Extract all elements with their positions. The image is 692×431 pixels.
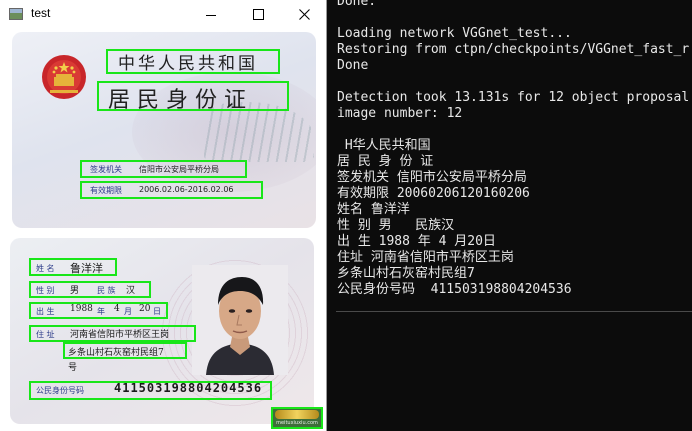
console-line: Done. xyxy=(337,0,377,9)
console-line: 姓名 鲁洋洋 xyxy=(337,202,410,217)
national-emblem-icon xyxy=(42,55,86,99)
console-output: Done. Loading network VGGnet_test... Resto… xyxy=(337,0,689,298)
window-title: test xyxy=(31,6,51,20)
console-line: 签发机关 信阳市公安局平桥分局 xyxy=(337,170,527,185)
maximize-button[interactable] xyxy=(235,0,281,29)
detection-box xyxy=(63,342,187,359)
app-icon xyxy=(9,8,23,20)
console-line: 性 别 男 民族汉 xyxy=(337,218,455,233)
console-window[interactable]: Done. Loading network VGGnet_test... Resto… xyxy=(327,0,692,431)
maximize-icon xyxy=(252,9,264,20)
portrait-photo xyxy=(192,265,288,375)
detection-box xyxy=(97,81,289,111)
close-button[interactable] xyxy=(281,0,326,29)
detection-box xyxy=(29,258,117,276)
close-icon xyxy=(298,9,310,20)
detection-box xyxy=(29,302,168,319)
console-line: 有效期限 20060206120160206 xyxy=(337,186,530,201)
console-empty-area xyxy=(336,312,692,431)
console-line: 出 生 1988 年 4 月20日 xyxy=(337,234,496,249)
address-line3: 号 xyxy=(68,363,78,373)
console-line: image number: 12 xyxy=(337,106,463,121)
window-titlebar[interactable]: test xyxy=(0,0,326,29)
detection-box xyxy=(29,325,196,342)
minimize-icon xyxy=(206,14,216,16)
minimize-button[interactable] xyxy=(188,0,234,29)
console-line: 居 民 身 份 证 xyxy=(337,154,434,169)
console-line: 乡条山村石灰窑村民组7 xyxy=(337,266,475,281)
console-line: 住址 河南省信阳市平桥区王岗 xyxy=(337,250,514,265)
console-line: H华人民共和国 xyxy=(337,138,431,153)
console-line: Detection took 13.131s for 12 object pro… xyxy=(337,90,690,105)
detection-box xyxy=(80,160,247,178)
console-line: 公民身份号码 411503198804204536 xyxy=(337,282,572,297)
detection-box xyxy=(29,381,272,400)
image-canvas: 中华人民共和国 居民身份证 签发机关 信阳市公安局平桥分局 有效期限 2006.… xyxy=(0,29,326,431)
console-line: Loading network VGGnet_test... xyxy=(337,26,572,41)
detection-box xyxy=(106,49,280,74)
watermark-box: meituxiuxiu.com xyxy=(271,407,323,429)
detection-box xyxy=(29,281,151,298)
detection-box xyxy=(80,181,263,199)
watermark-url: meituxiuxiu.com xyxy=(276,420,318,426)
watermark-badge xyxy=(275,410,319,419)
image-window: test 中华人民共和国 居民身份证 签发机关 信阳市公安局平桥分局 有效期限 … xyxy=(0,0,327,431)
console-line: Done xyxy=(337,58,369,73)
console-line: Restoring from ctpn/checkpoints/VGGnet_f… xyxy=(337,42,690,57)
